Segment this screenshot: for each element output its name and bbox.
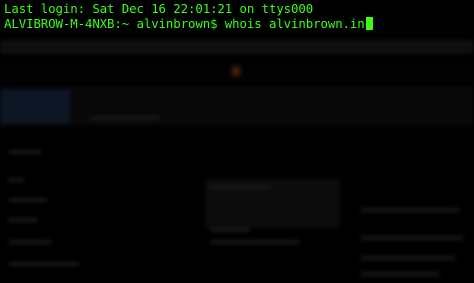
command-line[interactable]: ALVIBROW-M-4NXB:~ alvinbrown$ whois alvi… [4, 16, 470, 31]
text-cursor [365, 17, 373, 30]
shell-prompt: ALVIBROW-M-4NXB:~ alvinbrown$ [4, 16, 225, 31]
last-login-text: Last login: Sat Dec 16 22:01:21 on ttys0… [4, 1, 314, 16]
command-input[interactable]: whois alvinbrown.in [225, 16, 365, 31]
terminal-window[interactable]: Last login: Sat Dec 16 22:01:21 on ttys0… [0, 0, 474, 283]
last-login-line: Last login: Sat Dec 16 22:01:21 on ttys0… [4, 1, 470, 16]
